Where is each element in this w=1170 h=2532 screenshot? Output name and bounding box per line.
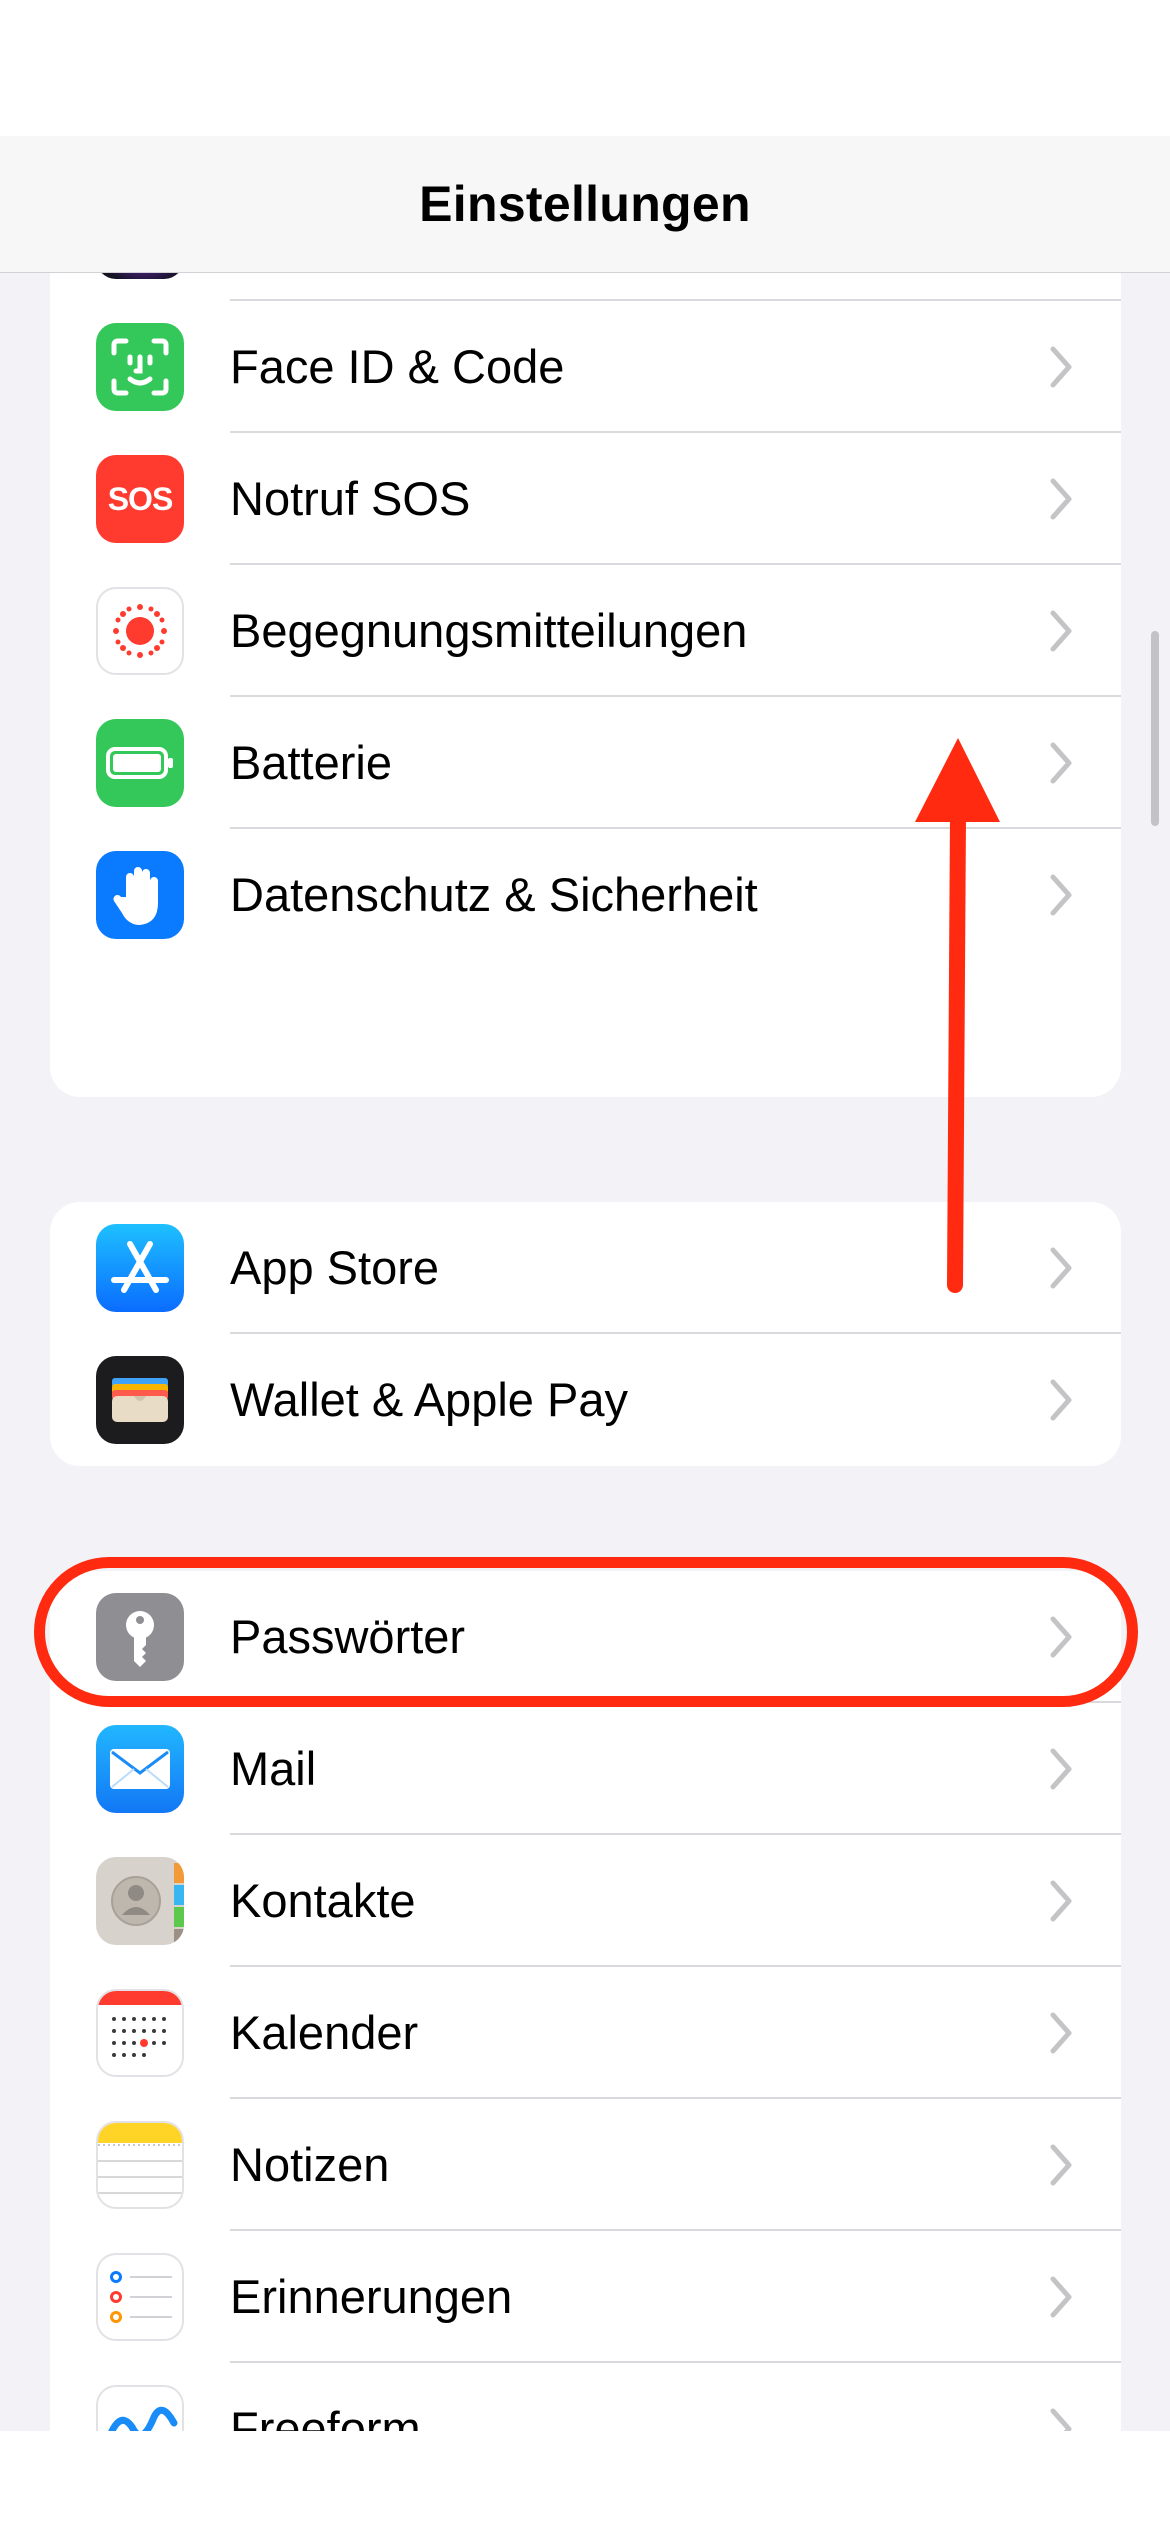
settings-row-notes[interactable]: Notizen (50, 2099, 1121, 2231)
chevron-right-icon (1050, 1880, 1072, 1922)
row-label: Passwörter (230, 1610, 466, 1663)
chevron-right-icon (1050, 2144, 1072, 2186)
settings-group-store: App Store Wallet & Apple Pay (50, 1202, 1121, 1466)
face-id-icon (96, 323, 184, 411)
row-label: Kalender (230, 2006, 419, 2059)
settings-row-sos[interactable]: SOS Notruf SOS (50, 433, 1121, 565)
settings-row-app-store[interactable]: App Store (50, 1202, 1121, 1334)
scrollbar[interactable] (1151, 631, 1159, 826)
chevron-right-icon (1050, 874, 1072, 916)
reminders-icon (96, 2253, 184, 2341)
row-label: Face ID & Code (230, 340, 565, 393)
chevron-right-icon (1050, 2012, 1072, 2054)
settings-row-face-id[interactable]: Face ID & Code (50, 301, 1121, 433)
notes-icon (96, 2121, 184, 2209)
row-label: Wallet & Apple Pay (230, 1373, 628, 1426)
chevron-right-icon (1050, 610, 1072, 652)
key-icon (96, 1593, 184, 1681)
battery-icon (96, 719, 184, 807)
chevron-right-icon (1050, 1247, 1072, 1289)
settings-row-passwords[interactable]: Passwörter (50, 1571, 1121, 1703)
settings-row-battery[interactable]: Batterie (50, 697, 1121, 829)
chevron-right-icon (1050, 2408, 1072, 2431)
chevron-right-icon (1050, 478, 1072, 520)
chevron-right-icon (1050, 1748, 1072, 1790)
settings-row-wallet[interactable]: Wallet & Apple Pay (50, 1334, 1121, 1466)
contacts-icon (96, 1857, 184, 1945)
row-label: Erinnerungen (230, 2270, 513, 2323)
navigation-bar: Einstellungen (0, 136, 1170, 273)
settings-row-privacy[interactable]: Datenschutz & Sicherheit (50, 829, 1121, 961)
privacy-hand-icon (96, 851, 184, 939)
settings-group-apps: Passwörter Mail Kontakte Kalender Notize… (50, 1571, 1121, 2431)
status-bar-area (0, 0, 1170, 136)
settings-row-freeform[interactable]: Freeform (50, 2363, 1121, 2431)
settings-row-mail[interactable]: Mail (50, 1703, 1121, 1835)
row-label: Batterie (230, 736, 392, 789)
chevron-right-icon (1050, 742, 1072, 784)
wallet-icon (96, 1356, 184, 1444)
settings-row-contacts[interactable]: Kontakte (50, 1835, 1121, 1967)
row-label: Notizen (230, 2138, 390, 2191)
settings-row-reminders[interactable]: Erinnerungen (50, 2231, 1121, 2363)
settings-row-calendar[interactable]: Kalender (50, 1967, 1121, 2099)
chevron-right-icon (1050, 346, 1072, 388)
row-label: Begegnungsmitteilungen (230, 604, 748, 657)
sos-icon: SOS (96, 455, 184, 543)
chevron-right-icon (1050, 1616, 1072, 1658)
sos-icon-text: SOS (107, 480, 174, 517)
chevron-right-icon (1050, 2276, 1072, 2318)
row-label: Datenschutz & Sicherheit (230, 868, 758, 921)
row-label: Notruf SOS (230, 472, 471, 525)
row-label: Freeform (230, 2402, 421, 2431)
row-label: Mail (230, 1742, 317, 1795)
settings-row-exposure[interactable]: Begegnungsmitteilungen (50, 565, 1121, 697)
settings-list[interactable]: Siri & Suchen (0, 136, 1170, 2431)
row-label: Kontakte (230, 1874, 416, 1927)
page-title: Einstellungen (419, 176, 751, 232)
exposure-notification-icon (96, 587, 184, 675)
app-store-icon (96, 1224, 184, 1312)
chevron-right-icon (1050, 1379, 1072, 1421)
mail-icon (96, 1725, 184, 1813)
row-label: App Store (230, 1241, 440, 1294)
freeform-icon (96, 2385, 184, 2431)
settings-group-system: Siri & Suchen (50, 136, 1121, 1097)
home-indicator-area (0, 2431, 1170, 2532)
calendar-icon (96, 1989, 184, 2077)
